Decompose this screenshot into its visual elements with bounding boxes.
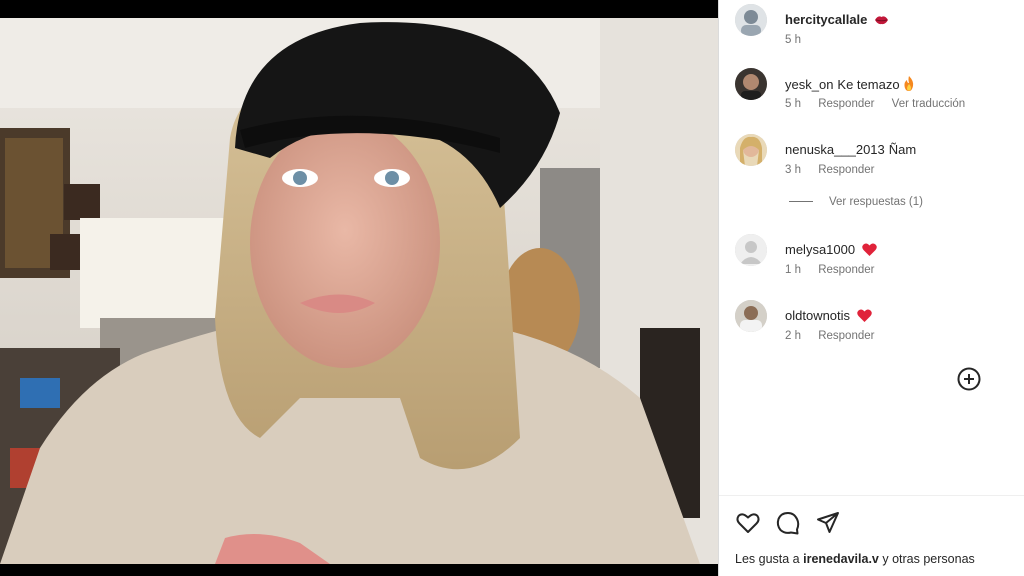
- comment-meta: 1 h Responder: [785, 264, 888, 276]
- avatar[interactable]: [735, 234, 767, 266]
- comment-meta: 5 h Responder Ver traducción: [785, 98, 979, 110]
- likes-user-link[interactable]: irenedavila.v: [803, 552, 879, 566]
- heart-outline-icon[interactable]: [735, 510, 761, 536]
- add-circle-icon[interactable]: [957, 367, 981, 391]
- comment-time: 5 h: [785, 34, 801, 46]
- comment-username[interactable]: hercitycallale: [785, 12, 867, 27]
- comment-text: yesk_on Ke temazo: [785, 76, 915, 94]
- replies-line: [789, 201, 813, 203]
- top-letterbox: [0, 0, 718, 18]
- view-replies-label: Ver respuestas (1): [829, 196, 923, 208]
- comment-text: oldtownotis: [785, 308, 872, 325]
- reply-button[interactable]: Responder: [818, 98, 874, 110]
- actions-divider: [719, 495, 1024, 496]
- avatar[interactable]: [735, 300, 767, 332]
- likes-prefix: Les gusta a: [735, 552, 800, 566]
- comment-body: Ke temazo: [837, 77, 900, 92]
- bottom-letterbox: [0, 564, 718, 576]
- lips-icon: [874, 14, 889, 29]
- comment-meta: 3 h Responder: [785, 164, 888, 176]
- translate-button[interactable]: Ver traducción: [892, 98, 966, 110]
- comment-text: melysa1000: [785, 242, 877, 259]
- avatar[interactable]: [735, 134, 767, 166]
- view-replies-button[interactable]: Ver respuestas (1): [789, 196, 923, 208]
- comment-bubble-icon[interactable]: [775, 510, 801, 536]
- heart-icon: [862, 243, 877, 259]
- post-photo: [0, 18, 718, 564]
- comment-meta: 5 h: [785, 34, 815, 46]
- reply-button[interactable]: Responder: [818, 330, 874, 342]
- comment-time: 1 h: [785, 264, 801, 276]
- comments-panel: hercitycallale 5 h yesk_on Ke temazo 5 h …: [718, 0, 1024, 576]
- comment-time: 5 h: [785, 98, 801, 110]
- likes-summary: Les gusta a irenedavila.v y otras person…: [735, 552, 975, 566]
- comment-text: hercitycallale: [785, 12, 889, 29]
- selfie-image: [0, 18, 718, 564]
- reply-button[interactable]: Responder: [818, 164, 874, 176]
- comment-meta: 2 h Responder: [785, 330, 888, 342]
- reply-button[interactable]: Responder: [818, 264, 874, 276]
- comment-username[interactable]: oldtownotis: [785, 308, 850, 323]
- comment-time: 2 h: [785, 330, 801, 342]
- comment-username[interactable]: nenuska___2013: [785, 142, 885, 157]
- heart-icon: [857, 309, 872, 325]
- comment-username[interactable]: yesk_on: [785, 77, 833, 92]
- avatar[interactable]: [735, 4, 767, 36]
- likes-suffix: y otras personas: [882, 552, 975, 566]
- comment-username[interactable]: melysa1000: [785, 242, 855, 257]
- avatar[interactable]: [735, 68, 767, 100]
- paper-plane-icon[interactable]: [815, 510, 841, 536]
- fire-icon: [903, 76, 915, 94]
- comment-text: nenuska___2013 Ñam: [785, 142, 916, 157]
- comment-body: Ñam: [888, 142, 917, 157]
- comment-time: 3 h: [785, 164, 801, 176]
